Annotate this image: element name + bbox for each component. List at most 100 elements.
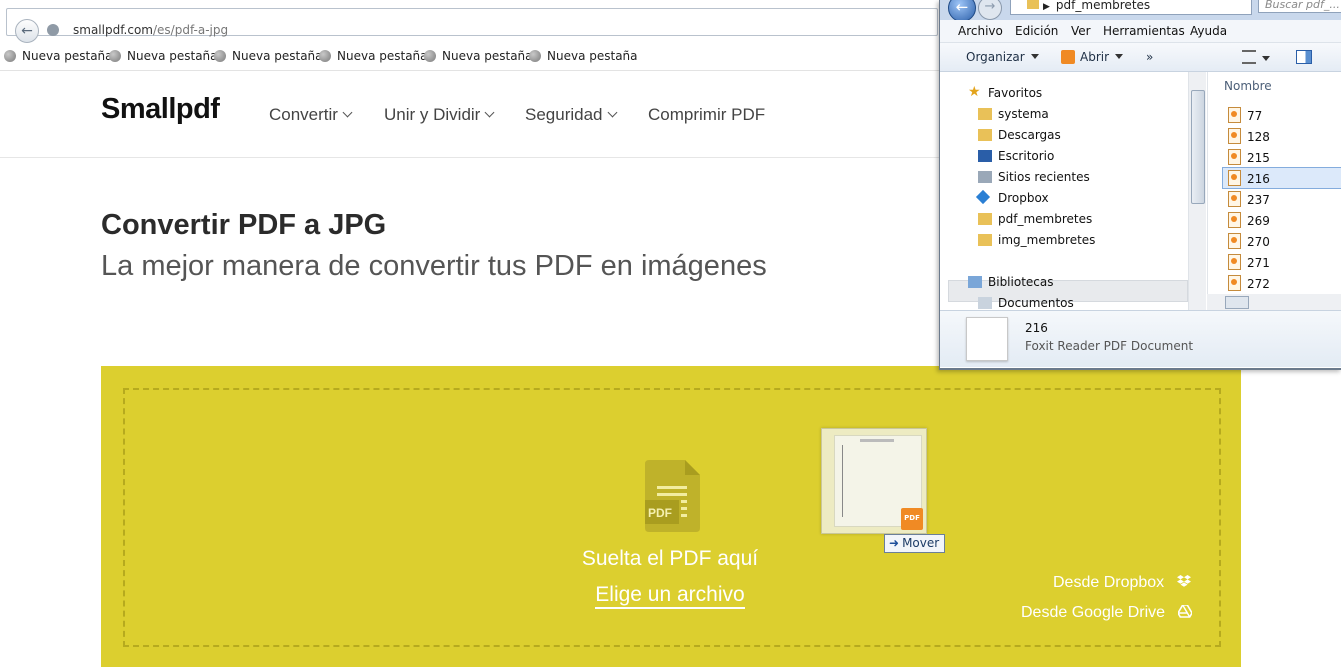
file-name: 271 xyxy=(1247,256,1270,270)
scrollbar-thumb[interactable] xyxy=(1225,296,1249,309)
scrollbar-thumb[interactable] xyxy=(1191,90,1205,204)
bookmark-item[interactable]: Nueva pestaña xyxy=(214,49,323,63)
explorer-search-input[interactable]: Buscar pdf_... xyxy=(1258,0,1341,13)
view-options-button[interactable] xyxy=(1242,50,1270,66)
back-arrow-icon[interactable]: ← xyxy=(948,0,976,22)
menu-herramientas[interactable]: Herramientas xyxy=(1103,24,1185,38)
file-item[interactable]: 128 xyxy=(1228,128,1270,144)
more-button[interactable]: » xyxy=(1146,50,1153,64)
menu-edicion[interactable]: Edición xyxy=(1015,24,1058,38)
preview-pane-button[interactable] xyxy=(1296,50,1312,65)
move-tooltip: ➜ Mover xyxy=(884,534,945,553)
foxit-icon xyxy=(1061,50,1075,64)
nav-convertir[interactable]: Convertir xyxy=(269,105,353,125)
pdf-icon-label: PDF xyxy=(648,506,672,520)
smallpdf-logo[interactable]: Smallpdf xyxy=(101,93,220,126)
chevron-down-icon xyxy=(484,107,495,118)
nav-pane-scrollbar[interactable] xyxy=(1188,72,1206,310)
explorer-navigation-pane: ★ Favoritos systema Descargas Escritorio… xyxy=(940,72,1188,310)
dragged-file-thumbnail[interactable]: PDF xyxy=(821,428,927,534)
view-list-icon xyxy=(1242,50,1256,64)
pdf-file-icon xyxy=(1228,254,1241,270)
organize-button[interactable]: Organizar xyxy=(966,50,1039,64)
file-list-horizontal-scrollbar[interactable] xyxy=(1207,294,1341,310)
bookmark-label: Nueva pestaña xyxy=(547,49,638,63)
move-tooltip-label: Mover xyxy=(902,536,940,550)
bookmark-item[interactable]: Nueva pestaña xyxy=(319,49,428,63)
nav-label: Convertir xyxy=(269,105,338,124)
move-arrow-icon: ➜ xyxy=(889,536,900,550)
file-item[interactable]: 269 xyxy=(1228,212,1270,228)
menu-ayuda[interactable]: Ayuda xyxy=(1190,24,1227,38)
foxit-badge-label: PDF xyxy=(904,514,920,522)
menu-archivo[interactable]: Archivo xyxy=(958,24,1003,38)
file-item[interactable]: 216 xyxy=(1228,170,1270,186)
url-bar[interactable]: ← smallpdf.com/es/pdf-a-jpg xyxy=(6,8,938,43)
bookmark-label: Nueva pestaña xyxy=(337,49,428,63)
nav-seguridad[interactable]: Seguridad xyxy=(525,105,617,125)
open-button[interactable]: Abrir xyxy=(1061,50,1124,64)
organize-label: Organizar xyxy=(966,50,1025,64)
dropdown-arrow-icon xyxy=(1115,54,1124,59)
open-label: Abrir xyxy=(1080,50,1110,64)
bookmark-item[interactable]: Nueva pestaña xyxy=(4,49,113,63)
file-name: 215 xyxy=(1247,151,1270,165)
url-path: /es/pdf-a-jpg xyxy=(153,23,229,37)
file-name: 128 xyxy=(1247,130,1270,144)
foxit-pdf-icon: PDF xyxy=(901,508,923,530)
downloads-folder-icon xyxy=(978,129,992,141)
file-item[interactable]: 215 xyxy=(1228,149,1270,165)
nav-item-label: Bibliotecas xyxy=(988,275,1054,289)
folder-icon xyxy=(978,213,992,225)
file-explorer-window[interactable]: ← → ▶ pdf_membretes Buscar pdf_... Archiv… xyxy=(939,0,1341,370)
file-item[interactable]: 77 xyxy=(1228,107,1262,123)
url-host: smallpdf.com xyxy=(73,23,153,37)
column-header-nombre[interactable]: Nombre xyxy=(1224,79,1272,93)
pdf-file-icon xyxy=(1228,275,1241,291)
choose-file-link[interactable]: Elige un archivo xyxy=(540,583,800,609)
file-name: 269 xyxy=(1247,214,1270,228)
explorer-file-list: Nombre 77 128 215 216 237 269 270 271 27… xyxy=(1207,72,1341,310)
bookmark-label: Nueva pestaña xyxy=(232,49,323,63)
explorer-address-bar[interactable]: ▶ pdf_membretes xyxy=(1010,0,1252,15)
bookmark-label: Nueva pestaña xyxy=(22,49,113,63)
dropbox-link[interactable]: Desde Dropbox xyxy=(1053,574,1191,592)
explorer-menubar: Archivo Edición Ver Herramientas Ayuda xyxy=(940,20,1341,43)
file-item[interactable]: 270 xyxy=(1228,233,1270,249)
explorer-details-pane: 216 Foxit Reader PDF Document xyxy=(940,310,1341,367)
bookmark-item[interactable]: Nueva pestaña xyxy=(529,49,638,63)
nav-comprimir[interactable]: Comprimir PDF xyxy=(648,105,765,125)
chevron-right-icon: ▶ xyxy=(1043,2,1050,12)
site-header: Smallpdf Convertir Unir y Dividir Seguri… xyxy=(0,71,940,158)
nav-unir-dividir[interactable]: Unir y Dividir xyxy=(384,105,495,125)
recent-places-icon xyxy=(978,171,992,183)
google-drive-link[interactable]: Desde Google Drive xyxy=(1021,604,1193,622)
dropbox-icon xyxy=(975,189,991,205)
file-item[interactable]: 271 xyxy=(1228,254,1270,270)
bookmark-item[interactable]: Nueva pestaña xyxy=(424,49,533,63)
dropdown-arrow-icon xyxy=(1030,54,1039,59)
pdf-file-icon xyxy=(1228,128,1241,144)
nav-item-label: systema xyxy=(998,107,1049,121)
bookmark-item[interactable]: Nueva pestaña xyxy=(109,49,218,63)
libraries-icon xyxy=(968,276,982,288)
dropbox-icon xyxy=(1176,575,1191,587)
menu-ver[interactable]: Ver xyxy=(1071,24,1091,38)
file-item[interactable]: 272 xyxy=(1228,275,1270,291)
nav-item-label: Descargas xyxy=(998,128,1061,142)
dropdown-arrow-icon xyxy=(1262,56,1270,61)
details-file-name: 216 xyxy=(1025,321,1048,335)
explorer-titlebar: ← → ▶ pdf_membretes Buscar pdf_... xyxy=(940,0,1341,22)
page-subtitle: La mejor manera de convertir tus PDF en … xyxy=(101,250,767,282)
nav-label: Unir y Dividir xyxy=(384,105,481,124)
nav-item-label: Escritorio xyxy=(998,149,1055,163)
globe-icon xyxy=(109,50,121,62)
pdf-file-icon xyxy=(1228,170,1241,186)
file-item[interactable]: 237 xyxy=(1228,191,1270,207)
globe-icon xyxy=(529,50,541,62)
url-text[interactable]: smallpdf.com/es/pdf-a-jpg xyxy=(73,23,228,37)
back-arrow-icon[interactable]: ← xyxy=(15,19,39,43)
google-drive-icon xyxy=(1176,604,1193,618)
forward-arrow-icon[interactable]: → xyxy=(978,0,1002,20)
details-file-type: Foxit Reader PDF Document xyxy=(1025,339,1194,353)
